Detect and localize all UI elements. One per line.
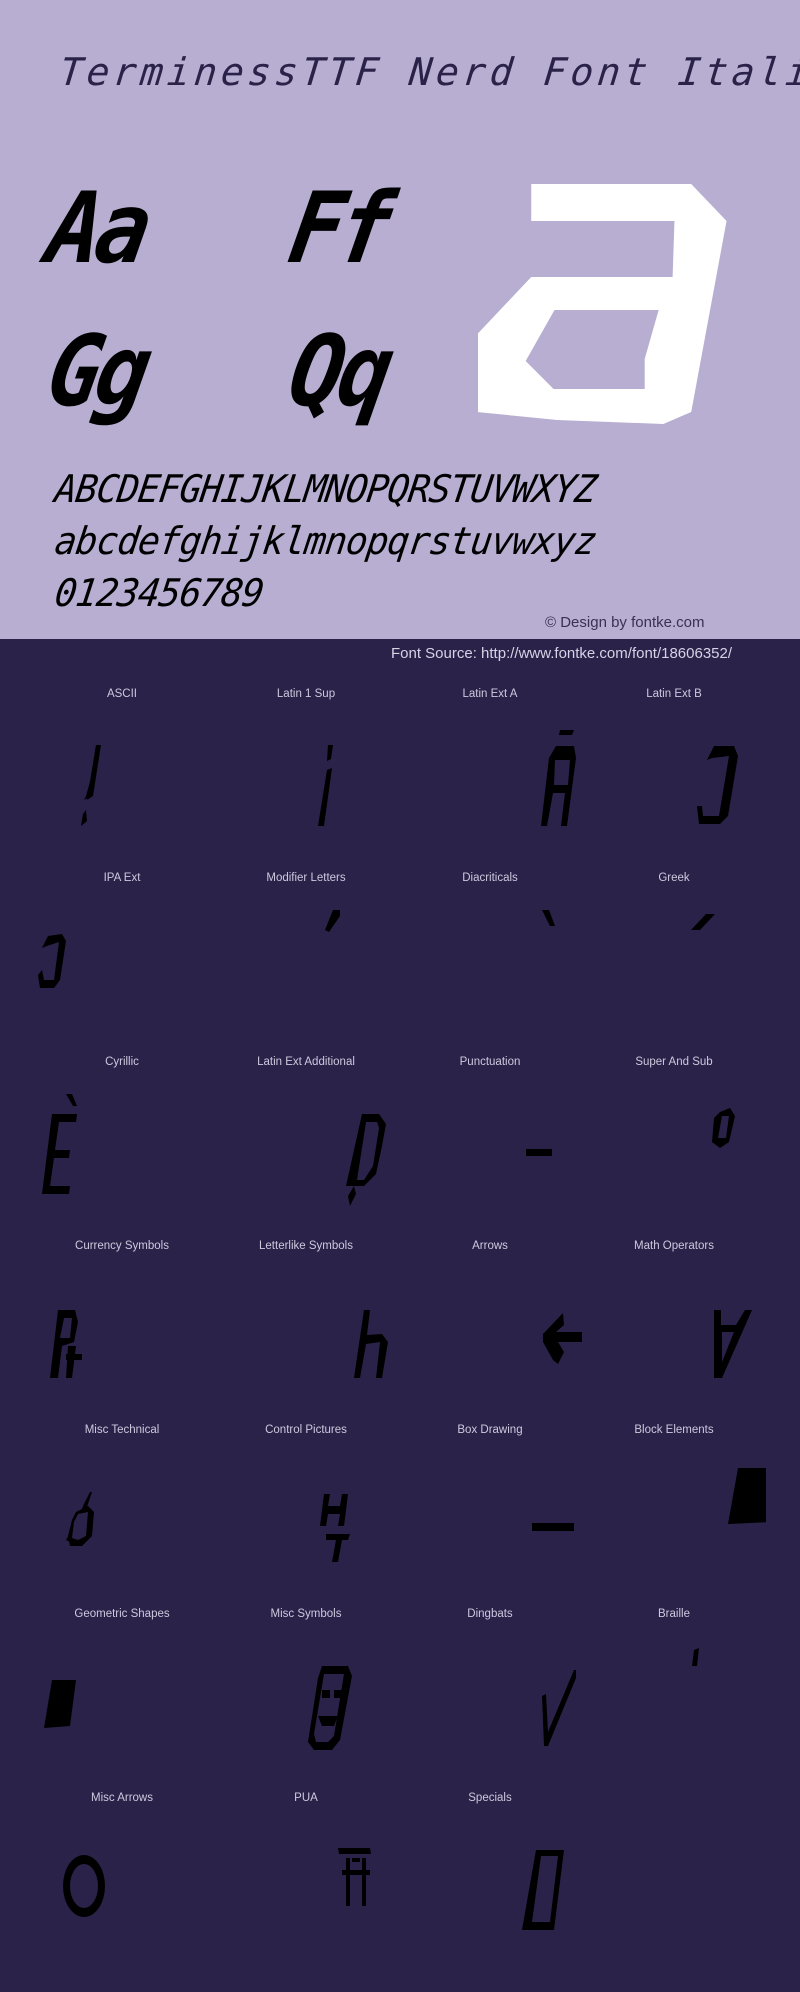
digits-row: 0123456789: [52, 571, 267, 615]
block-cell: Super And Sub: [582, 1048, 766, 1232]
block-label: Braille: [658, 1608, 690, 1620]
block-cell: Box Drawing: [398, 1416, 582, 1600]
block-label: Geometric Shapes: [74, 1608, 170, 1620]
block-glyph: [692, 1648, 699, 1666]
block-cell: Latin Ext A: [398, 680, 582, 864]
block-label: Modifier Letters: [266, 872, 346, 884]
block-glyph: [691, 914, 715, 930]
block-glyph: [320, 1494, 350, 1562]
block-cell: Punctuation: [398, 1048, 582, 1232]
block-label: Currency Symbols: [75, 1240, 169, 1252]
block-cell: Math Operators: [582, 1232, 766, 1416]
sample-pair-ff: Ff: [281, 172, 397, 286]
block-glyph: [697, 746, 738, 824]
block-label: Latin Ext Additional: [257, 1056, 355, 1068]
block-label: IPA Ext: [103, 872, 141, 884]
big-glyph-a: [478, 184, 727, 424]
block-label: Letterlike Symbols: [259, 1240, 353, 1252]
block-cell: Geometric Shapes: [30, 1600, 214, 1784]
block-cell: Arrows: [398, 1232, 582, 1416]
block-cell: PUA: [214, 1784, 398, 1968]
block-glyph: [81, 745, 101, 826]
block-glyph: [308, 1666, 352, 1750]
block-glyph: [354, 1310, 388, 1378]
block-glyph: [338, 1848, 371, 1906]
block-glyph: [542, 1670, 576, 1746]
specimen-panel: TerminessTTF Nerd Font Italic Aa Ff Gg Q…: [0, 0, 800, 639]
block-glyph: [38, 934, 66, 988]
block-cell: Greek: [582, 864, 766, 1048]
block-label: Super And Sub: [635, 1056, 713, 1068]
block-label: Cyrillic: [105, 1056, 139, 1068]
block-cell: Specials: [398, 1784, 582, 1968]
block-cell: ASCII: [30, 680, 214, 864]
block-glyph: [543, 1313, 582, 1364]
block-glyph: [522, 1850, 564, 1930]
block-cell: Modifier Letters: [214, 864, 398, 1048]
block-cell: Currency Symbols: [30, 1232, 214, 1416]
block-label: Specials: [468, 1792, 512, 1804]
block-label: Diacriticals: [462, 872, 518, 884]
block-cell: Dingbats: [398, 1600, 582, 1784]
block-cell: Block Elements: [582, 1416, 766, 1600]
block-glyph: [318, 745, 333, 826]
block-label: Dingbats: [467, 1608, 513, 1620]
block-label: Latin Ext A: [462, 688, 518, 700]
sample-pair-qq: Qq: [281, 315, 397, 429]
block-cell: IPA Ext: [30, 864, 214, 1048]
block-glyph: [542, 910, 555, 926]
block-label: ASCII: [106, 688, 138, 700]
block-cell: Misc Arrows: [30, 1784, 214, 1968]
block-cell: Diacriticals: [398, 864, 582, 1048]
block-cell: Braille: [582, 1600, 766, 1784]
block-glyph: [50, 1310, 82, 1378]
block-label: Misc Technical: [84, 1424, 160, 1436]
lowercase-alphabet: abcdefghijklmnopqrstuvwxyz: [52, 519, 599, 563]
block-cell: Letterlike Symbols: [214, 1232, 398, 1416]
block-glyph: [526, 1149, 552, 1156]
block-label: Box Drawing: [457, 1424, 523, 1436]
font-title: TerminessTTF Nerd Font Italic: [57, 50, 800, 94]
block-label: Arrows: [472, 1240, 508, 1252]
block-cell: Cyrillic: [30, 1048, 214, 1232]
block-cell: Latin 1 Sup: [214, 680, 398, 864]
block-glyph: [44, 1680, 76, 1728]
sample-pair-gg: Gg: [39, 315, 155, 429]
block-glyph: [728, 1468, 766, 1524]
block-label: Block Elements: [634, 1424, 714, 1436]
block-label: Punctuation: [459, 1056, 521, 1068]
block-cell: Latin Ext B: [582, 680, 766, 864]
block-label: Misc Symbols: [270, 1608, 342, 1620]
block-glyph: [346, 1114, 386, 1206]
block-cell: Misc Symbols: [214, 1600, 398, 1784]
block-label: Greek: [658, 872, 690, 884]
block-label: Control Pictures: [265, 1424, 347, 1436]
block-cell: Latin Ext Additional: [214, 1048, 398, 1232]
block-cell: Misc Technical: [30, 1416, 214, 1600]
block-glyph: [63, 1855, 105, 1917]
block-glyph: [66, 1492, 94, 1546]
block-glyph: [714, 1310, 752, 1378]
block-label: Math Operators: [634, 1240, 714, 1252]
sample-pair-aa: Aa: [39, 172, 155, 286]
font-source-link[interactable]: Font Source: http://www.fontke.com/font/…: [391, 645, 732, 662]
uppercase-alphabet: ABCDEFGHIJKLMNOPQRSTUVWXYZ: [52, 467, 599, 511]
block-glyph: [42, 1094, 77, 1194]
block-glyph: [325, 910, 340, 932]
block-label: PUA: [294, 1792, 318, 1804]
block-glyph: [712, 1108, 735, 1148]
block-label: Latin 1 Sup: [276, 688, 336, 700]
block-cell: Control Pictures: [214, 1416, 398, 1600]
block-label: Latin Ext B: [646, 688, 702, 700]
block-label: Misc Arrows: [91, 1792, 153, 1804]
block-glyph: [541, 730, 576, 826]
design-credit: © Design by fontke.com: [545, 614, 705, 631]
block-glyph: [532, 1523, 574, 1531]
